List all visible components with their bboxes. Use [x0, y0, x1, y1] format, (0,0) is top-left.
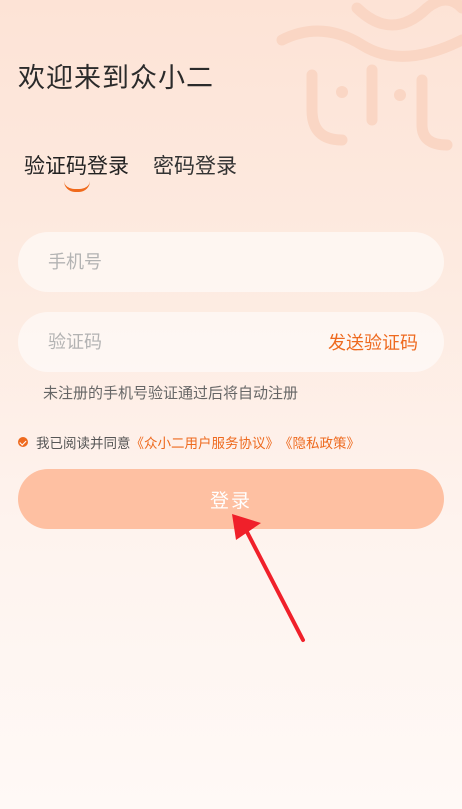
code-field: 发送验证码 — [18, 312, 444, 372]
phone-field — [18, 232, 444, 292]
auto-register-hint: 未注册的手机号验证通过后将自动注册 — [43, 384, 299, 402]
login-tabs: 验证码登录 密码登录 — [24, 150, 237, 180]
privacy-policy-link[interactable]: 《隐私政策》 — [279, 432, 360, 452]
decorative-background-pattern — [276, 0, 462, 151]
send-code-button[interactable]: 发送验证码 — [328, 329, 418, 355]
phone-input[interactable] — [46, 250, 418, 274]
annotation-arrow — [232, 514, 305, 642]
tab-password-login[interactable]: 密码登录 — [153, 150, 237, 180]
agreement-prefix: 我已阅读并同意 — [36, 436, 131, 452]
agreement-checkbox[interactable] — [18, 437, 28, 447]
service-agreement-link[interactable]: 《众小二用户服务协议》 — [131, 432, 280, 452]
tab-sms-login[interactable]: 验证码登录 — [24, 150, 129, 180]
login-button[interactable]: 登录 — [18, 469, 444, 529]
code-input[interactable] — [46, 330, 328, 354]
page-title: 欢迎来到众小二 — [18, 63, 214, 94]
agreement-row: 我已阅读并同意 《众小二用户服务协议》 《隐私政策》 — [18, 432, 360, 452]
active-tab-indicator — [64, 181, 90, 192]
